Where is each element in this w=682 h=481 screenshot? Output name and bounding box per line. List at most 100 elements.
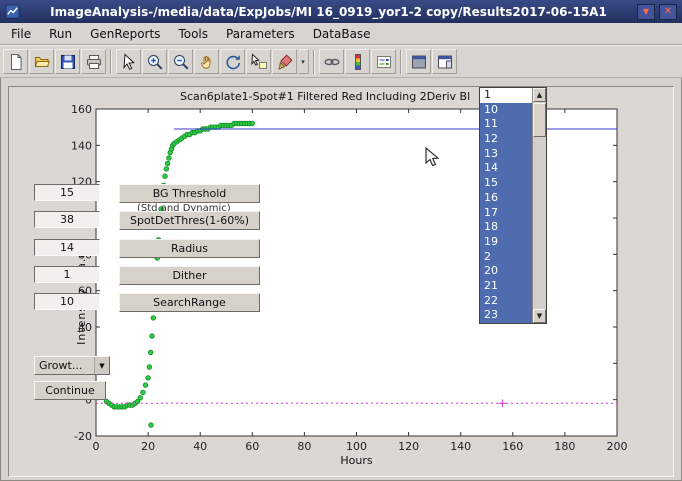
search-range-button[interactable]: SearchRange (119, 293, 260, 312)
growth-curve-point (141, 390, 146, 395)
spot-det-thres-button[interactable]: SpotDetThres(1-60%) (119, 211, 260, 230)
growth-dropdown-label: Growt... (35, 359, 94, 372)
radius-button[interactable]: Radius (119, 239, 260, 258)
radius-input[interactable] (34, 239, 100, 256)
menu-genreports[interactable]: GenReports (81, 24, 169, 44)
list-item[interactable]: 14 (480, 161, 532, 176)
continue-button[interactable]: Continue (34, 381, 106, 400)
list-item[interactable]: 23 (480, 308, 532, 323)
list-item[interactable]: 12 (480, 132, 532, 147)
print-figure-button[interactable] (81, 49, 106, 74)
growth-curve-point (143, 383, 148, 388)
list-item[interactable]: 1 (480, 88, 532, 103)
y-tick-label: 140 (71, 139, 92, 152)
brush-data-button[interactable] (272, 49, 297, 74)
scroll-up-button[interactable]: ▲ (533, 88, 546, 102)
insert-legend-icon (375, 53, 393, 71)
link-plot-button[interactable] (319, 49, 344, 74)
growth-curve-point (164, 167, 169, 172)
open-file-button[interactable] (29, 49, 54, 74)
x-axis-label: Hours (340, 454, 372, 467)
menu-parameters[interactable]: Parameters (217, 24, 304, 44)
edit-plot-icon (120, 53, 138, 71)
list-item[interactable]: 19 (480, 235, 532, 250)
edit-plot-button[interactable] (116, 49, 141, 74)
list-item[interactable]: 13 (480, 147, 532, 162)
rotate-3d-button[interactable] (220, 49, 245, 74)
rotate-3d-icon (224, 53, 242, 71)
open-file-icon (33, 53, 51, 71)
link-plot-icon (323, 53, 341, 71)
hide-plot-tools-button[interactable] (406, 49, 431, 74)
show-plot-tools-button[interactable] (432, 49, 457, 74)
x-tick-label: 0 (93, 440, 100, 453)
spot-det-thres-input[interactable] (34, 211, 100, 228)
list-item[interactable]: 17 (480, 206, 532, 221)
x-tick-label: 120 (398, 440, 419, 453)
spot-listbox: 110111213141516171819220212223 ▲ ▼ (479, 87, 547, 324)
menu-tools[interactable]: Tools (169, 24, 217, 44)
list-item[interactable]: 11 (480, 117, 532, 132)
pan-button[interactable] (194, 49, 219, 74)
print-figure-icon (85, 53, 103, 71)
menu-run[interactable]: Run (40, 24, 81, 44)
brush-data-icon (276, 53, 294, 71)
zoom-out-icon (172, 53, 190, 71)
growth-curve-point (165, 161, 170, 166)
dither-button[interactable]: Dither (119, 266, 260, 285)
insert-colorbar-icon (349, 53, 367, 71)
insert-colorbar-button[interactable] (345, 49, 370, 74)
list-item[interactable]: 15 (480, 176, 532, 191)
zoom-out-button[interactable] (168, 49, 193, 74)
list-item[interactable]: 2 (480, 250, 532, 265)
data-cursor-button[interactable] (246, 49, 271, 74)
bg-threshold-input[interactable] (34, 184, 100, 201)
new-figure-button[interactable] (3, 49, 28, 74)
y-tick-label: -20 (74, 430, 92, 443)
x-tick-label: 100 (346, 440, 367, 453)
outlier-point-point (149, 423, 154, 428)
brush-dropdown-caret[interactable]: ▾ (298, 49, 309, 74)
list-item[interactable]: 10 (480, 103, 532, 118)
list-item[interactable]: 16 (480, 191, 532, 206)
chevron-down-icon[interactable]: ▼ (94, 357, 109, 374)
plot-title: Scan6plate1-Spot#1 Filtered Red Includin… (180, 90, 470, 103)
search-range-input[interactable] (34, 293, 100, 310)
growth-curve-point (147, 365, 152, 370)
new-figure-icon (7, 53, 25, 71)
x-tick-label: 160 (502, 440, 523, 453)
toolbar-separator (313, 50, 315, 74)
growth-dropdown[interactable]: Growt... ▼ (34, 356, 110, 375)
dither-input[interactable] (34, 266, 100, 283)
list-item[interactable]: 18 (480, 220, 532, 235)
list-item[interactable]: 22 (480, 294, 532, 309)
data-cursor-icon (250, 53, 268, 71)
titlebar: ImageAnalysis-/media/data/ExpJobs/MI 16_… (0, 0, 682, 23)
minimize-button[interactable]: ▼ (637, 4, 655, 20)
show-plot-tools-icon (436, 53, 454, 71)
list-item[interactable]: 21 (480, 279, 532, 294)
menubar: File Run GenReports Tools Parameters Dat… (0, 23, 682, 45)
bg-threshold-button[interactable]: BG Threshold (119, 184, 260, 203)
growth-curve-point (250, 121, 255, 126)
save-figure-button[interactable] (55, 49, 80, 74)
insert-legend-button[interactable] (371, 49, 396, 74)
close-button[interactable]: ✕ (659, 4, 677, 20)
save-figure-icon (59, 53, 77, 71)
x-tick-label: 40 (193, 440, 207, 453)
growth-curve-point (151, 316, 156, 321)
window-icon (5, 4, 20, 19)
listbox-scrollbar[interactable]: ▲ ▼ (532, 88, 546, 323)
plot-canvas[interactable]: 020406080100120140160180200-200204060801… (9, 87, 675, 478)
toolbar-separator (400, 50, 402, 74)
hide-plot-tools-icon (410, 53, 428, 71)
x-tick-label: 80 (297, 440, 311, 453)
scroll-down-button[interactable]: ▼ (533, 309, 546, 323)
menu-database[interactable]: DataBase (304, 24, 380, 44)
pan-icon (198, 53, 216, 71)
x-tick-label: 140 (450, 440, 471, 453)
menu-file[interactable]: File (2, 24, 40, 44)
scroll-thumb[interactable] (533, 103, 546, 137)
list-item[interactable]: 20 (480, 264, 532, 279)
zoom-in-button[interactable] (142, 49, 167, 74)
